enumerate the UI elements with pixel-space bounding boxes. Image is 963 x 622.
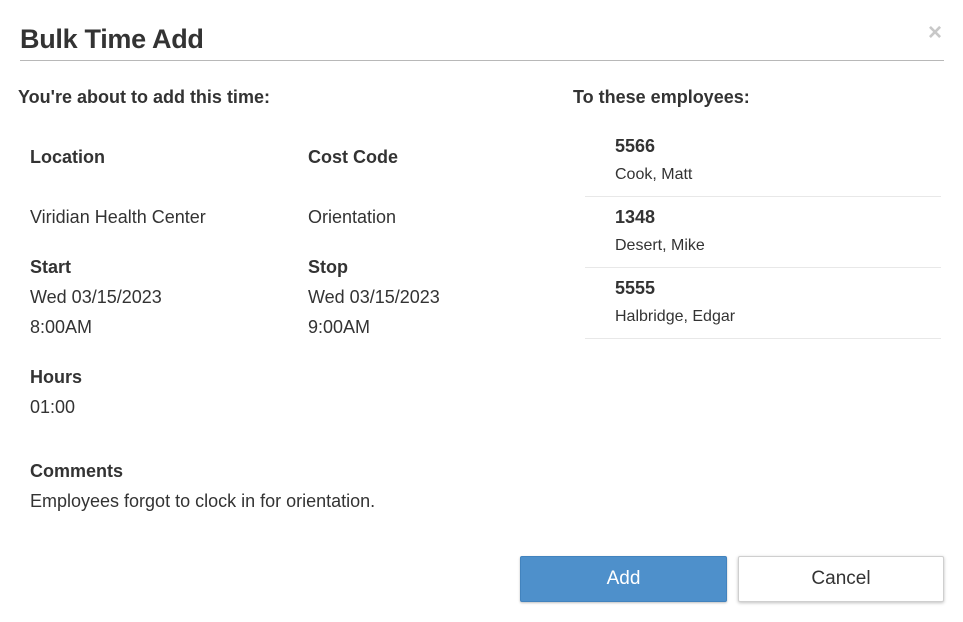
employee-id: 5566 [615, 136, 656, 156]
start-time: 8:00AM [30, 317, 93, 337]
employee-id: 5555 [615, 278, 656, 298]
dialog-title: Bulk Time Add [20, 24, 204, 54]
employees-heading: To these employees: [573, 87, 750, 107]
employee-id: 1348 [615, 207, 656, 227]
close-icon[interactable]: × [922, 20, 948, 46]
location-value: Viridian Health Center [30, 207, 206, 227]
cancel-button[interactable]: Cancel [738, 556, 944, 602]
employee-name: Cook, Matt [615, 166, 693, 183]
bulk-time-add-dialog: Bulk Time Add × You're about to add this… [0, 0, 963, 622]
list-item: 5555 Halbridge, Edgar [585, 268, 941, 339]
start-label: Start [30, 257, 72, 277]
comments-label: Comments [30, 461, 124, 481]
summary-heading: You're about to add this time: [18, 87, 270, 107]
hours-value: 01:00 [30, 397, 76, 417]
stop-label: Stop [308, 257, 348, 277]
cost-code-label: Cost Code [308, 147, 398, 167]
employee-name: Desert, Mike [615, 237, 705, 254]
list-item: 5566 Cook, Matt [585, 126, 941, 197]
hours-label: Hours [30, 367, 83, 387]
location-label: Location [30, 147, 105, 167]
title-divider [20, 60, 944, 61]
comments-value: Employees forgot to clock in for orienta… [30, 491, 376, 511]
stop-date: Wed 03/15/2023 [308, 287, 440, 307]
employee-list: 5566 Cook, Matt 1348 Desert, Mike 5555 H… [585, 126, 941, 339]
start-date: Wed 03/15/2023 [30, 287, 162, 307]
stop-time: 9:00AM [308, 317, 371, 337]
employee-name: Halbridge, Edgar [615, 308, 736, 325]
add-button[interactable]: Add [520, 556, 727, 602]
list-item: 1348 Desert, Mike [585, 197, 941, 268]
cost-code-value: Orientation [308, 207, 397, 227]
